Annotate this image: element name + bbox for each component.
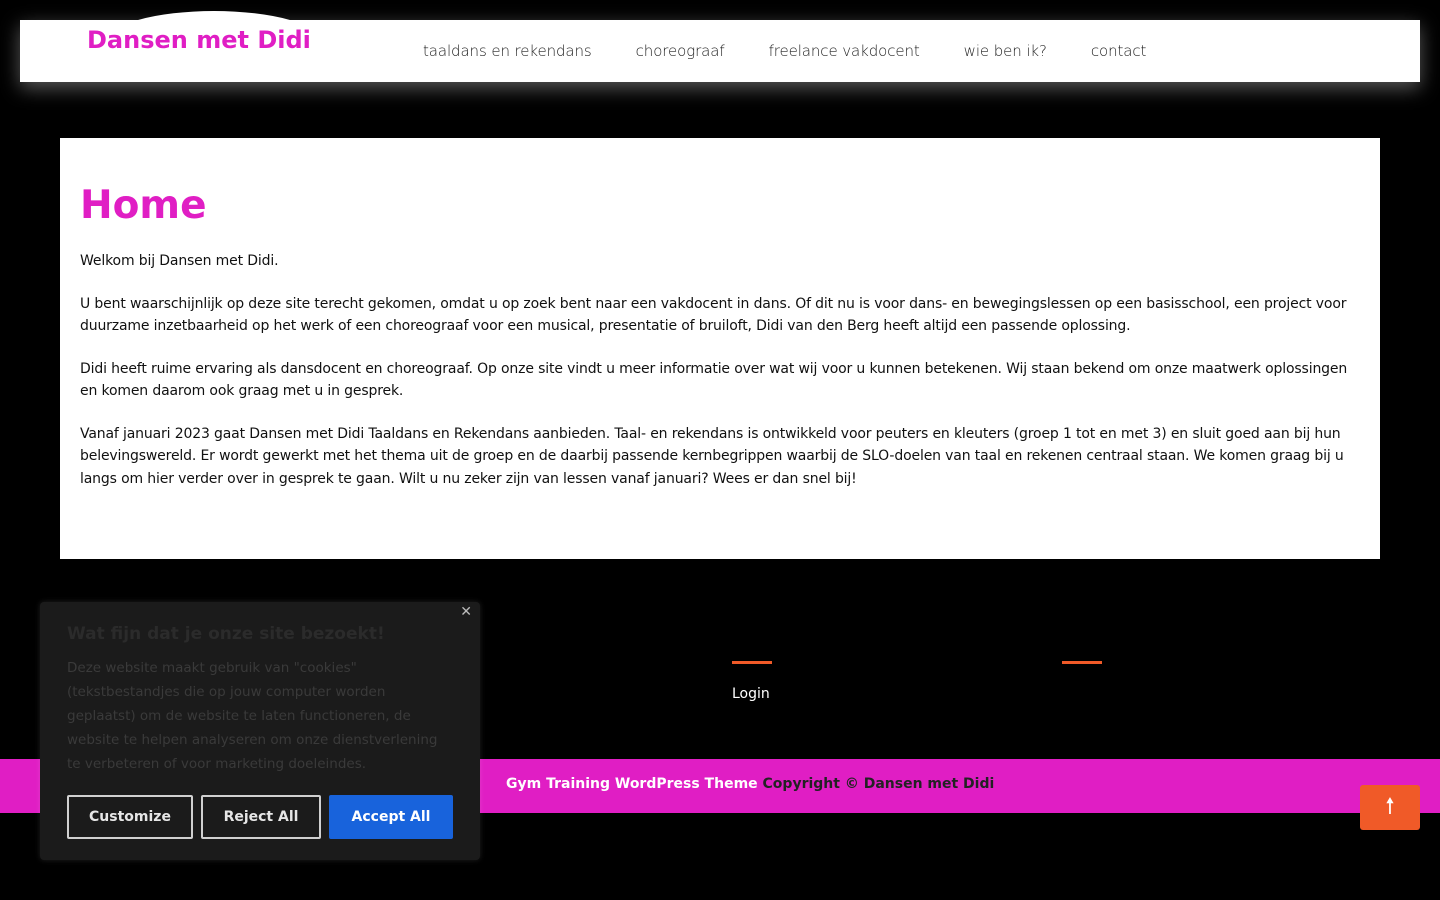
content-paragraph: U bent waarschijnlijk op deze site terec…: [80, 295, 1347, 335]
copyright-text: Gym Training WordPress Theme Copyright ©…: [506, 776, 994, 792]
scroll-top-button[interactable]: 🠕: [1360, 785, 1420, 830]
nav-item-taaldans[interactable]: taaldans en rekendans: [423, 42, 592, 60]
arrow-up-icon: 🠕: [1385, 792, 1395, 818]
main-nav: taaldans en rekendans choreograaf freela…: [423, 20, 1190, 82]
page-title: Home: [80, 183, 207, 228]
widget-divider: [1062, 661, 1102, 664]
nav-item-contact[interactable]: contact: [1091, 42, 1147, 60]
widget-divider: [732, 661, 772, 664]
accept-all-button[interactable]: Accept All: [329, 795, 453, 839]
nav-item-wie-ben-ik[interactable]: wie ben ik?: [964, 42, 1047, 60]
cookie-buttons: Customize Reject All Accept All: [67, 795, 453, 839]
login-link[interactable]: Login: [732, 686, 770, 702]
site-header: Dansen met Didi taaldans en rekendans ch…: [20, 11, 1420, 82]
nav-item-freelance[interactable]: freelance vakdocent: [769, 42, 920, 60]
content-paragraph: Didi heeft ruime ervaring als dansdocent…: [80, 360, 1348, 400]
customize-button[interactable]: Customize: [67, 795, 193, 839]
close-icon[interactable]: ✕: [460, 604, 472, 620]
reject-all-button[interactable]: Reject All: [201, 795, 321, 839]
content-paragraph: Vanaf januari 2023 gaat Dansen met Didi …: [80, 425, 1344, 487]
cookie-title: Wat fijn dat je onze site bezoekt!: [67, 624, 385, 644]
main-content: Home Welkom bij Dansen met Didi. U bent …: [60, 138, 1380, 559]
intro-paragraph: Welkom bij Dansen met Didi.: [80, 253, 279, 269]
cookie-banner: ✕ Wat fijn dat je onze site bezoekt! Dez…: [40, 602, 480, 860]
copyright-label: Copyright © Dansen met Didi: [762, 776, 995, 792]
nav-item-choreograaf[interactable]: choreograaf: [636, 42, 725, 60]
theme-link[interactable]: Gym Training WordPress Theme: [506, 776, 758, 792]
site-logo[interactable]: Dansen met Didi: [87, 26, 311, 54]
cookie-description: Deze website maakt gebruik van "cookies"…: [67, 660, 438, 772]
